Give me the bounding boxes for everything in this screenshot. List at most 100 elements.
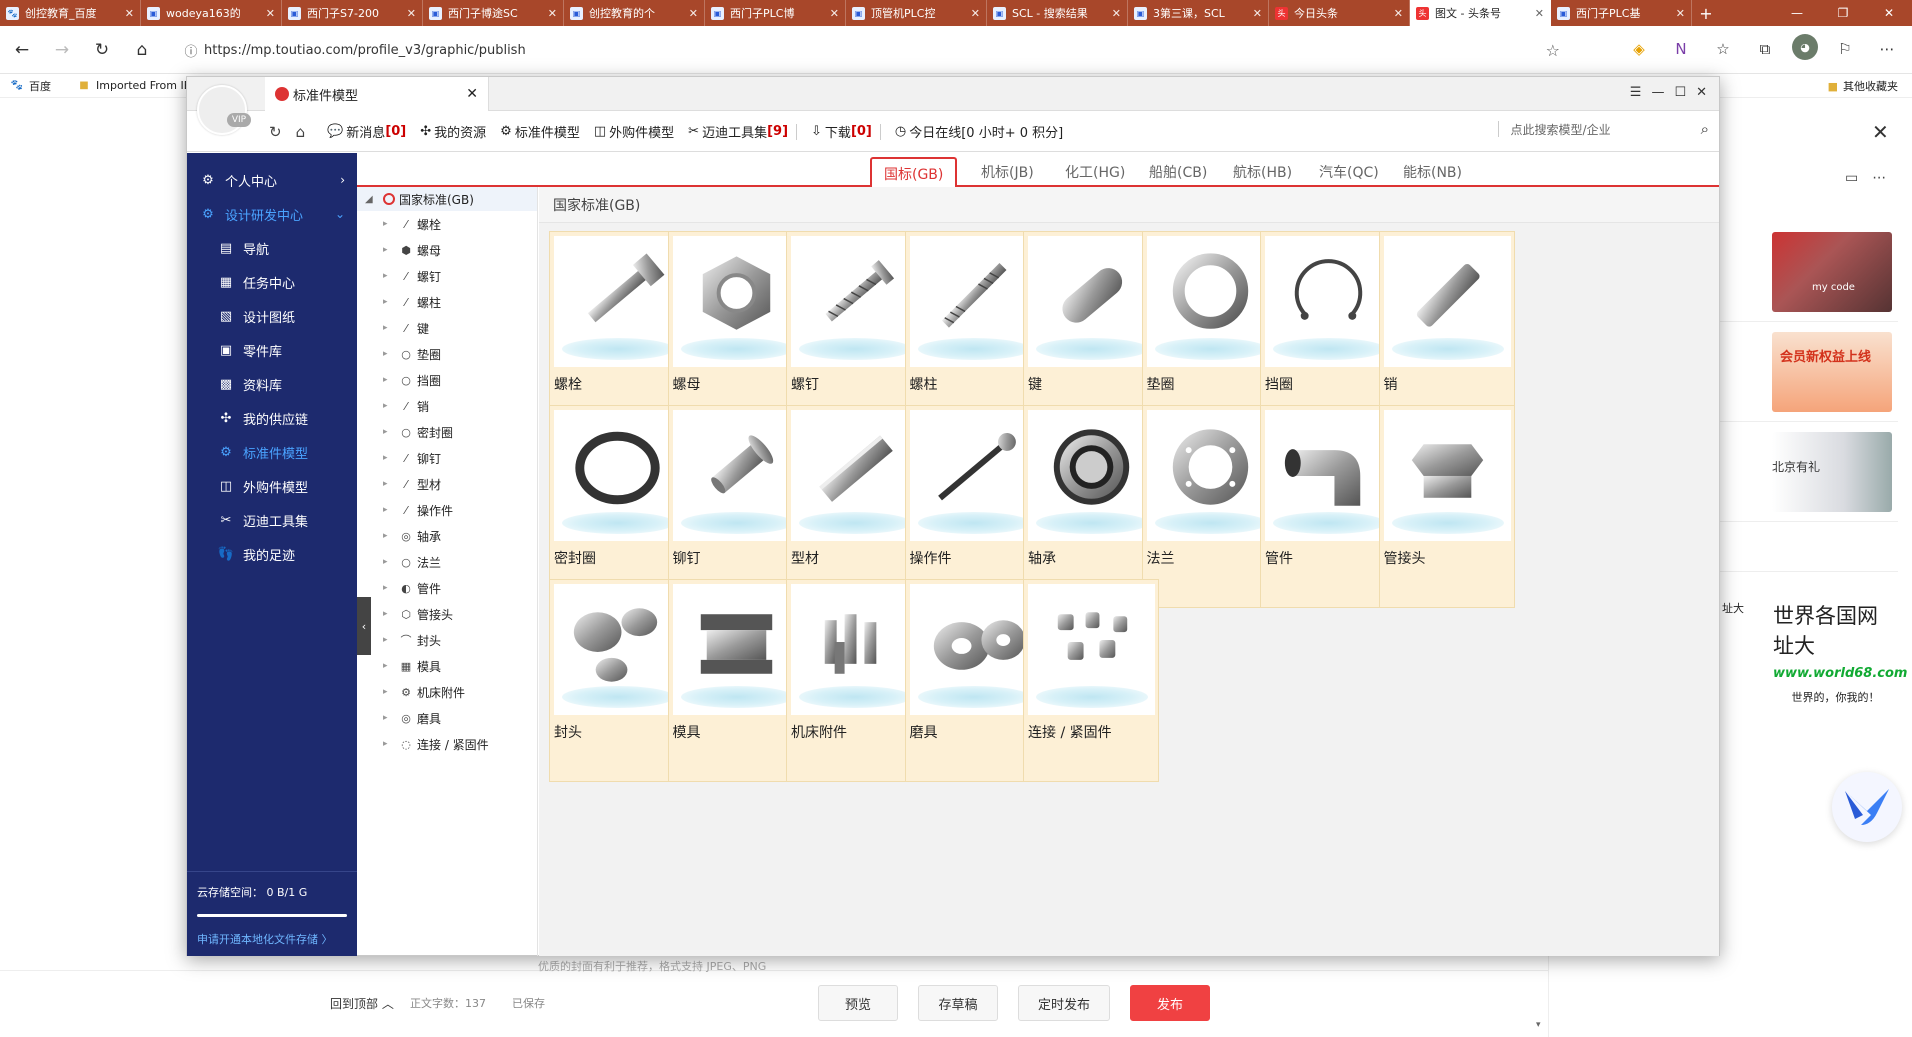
- tree-node[interactable]: ▸ ○ 法兰: [357, 549, 537, 575]
- close-icon[interactable]: ✕: [1696, 85, 1707, 100]
- part-card[interactable]: 铆钉: [667, 405, 804, 608]
- comment-icon[interactable]: ▭: [1845, 170, 1872, 186]
- part-card[interactable]: 密封圈: [549, 405, 685, 608]
- tree-node[interactable]: ▸ ⁄ 螺钉: [357, 263, 537, 289]
- sidebar-section-design[interactable]: ⚙ 设计研发中心 ⌄: [187, 197, 357, 231]
- part-card[interactable]: 法兰: [1141, 405, 1278, 608]
- tree-node[interactable]: ▸ ⁄ 操作件: [357, 497, 537, 523]
- part-card[interactable]: 挡圈: [1260, 231, 1396, 434]
- menu-icon[interactable]: ☰: [1630, 85, 1642, 100]
- sidebar-item-supply[interactable]: ✣ 我的供应链: [187, 401, 357, 435]
- sidebar-section-personal[interactable]: ⚙ 个人中心 ›: [187, 163, 357, 197]
- browser-tab-active[interactable]: 头图文 - 头条号 ✕: [1410, 0, 1551, 26]
- search-icon[interactable]: ⌕: [1701, 120, 1709, 138]
- search-input[interactable]: 点此搜索模型/企业: [1511, 121, 1611, 138]
- tree-node[interactable]: ▸ ○ 挡圈: [357, 367, 537, 393]
- browser-tab[interactable]: ▣ 西门子S7-200 ✕: [282, 0, 423, 26]
- close-icon[interactable]: ✕: [1112, 7, 1121, 20]
- more-menu-icon[interactable]: ⋯: [1872, 34, 1902, 64]
- tree-node[interactable]: ▸ ⌒ 封头: [357, 627, 537, 653]
- part-card[interactable]: 封头: [549, 579, 685, 782]
- close-icon[interactable]: ✕: [830, 7, 839, 20]
- close-icon[interactable]: ✕: [971, 7, 980, 20]
- refresh-icon[interactable]: ↻: [269, 123, 282, 141]
- tree-node[interactable]: ▸ ▦ 模具: [357, 653, 537, 679]
- forward-arrow-icon[interactable]: →: [44, 32, 80, 68]
- part-card[interactable]: 轴承: [1023, 405, 1159, 608]
- browser-tab[interactable]: ▣ SCL - 搜索结果 ✕: [987, 0, 1128, 26]
- close-icon[interactable]: ✕: [407, 7, 416, 20]
- part-card[interactable]: 螺栓: [549, 231, 685, 434]
- model-search[interactable]: 点此搜索模型/企业 ⌕: [1497, 120, 1709, 138]
- storage-link[interactable]: 申请开通本地化文件存储 〉: [197, 931, 347, 947]
- tree-node[interactable]: ▸ ◌ 连接 / 紧固件: [357, 731, 537, 757]
- restore-icon[interactable]: ❐: [1820, 0, 1866, 26]
- browser-tab[interactable]: ▣ 西门子PLC博 ✕: [705, 0, 846, 26]
- maximize-icon[interactable]: ☐: [1674, 85, 1686, 100]
- schedule-publish-button[interactable]: 定时发布: [1018, 985, 1110, 1021]
- home-icon[interactable]: ⌂: [124, 32, 160, 68]
- purchased-models-button[interactable]: ◫ 外购件模型: [594, 122, 674, 141]
- sidebar-item-docs[interactable]: ▩ 资料库: [187, 367, 357, 401]
- bookmark-imported[interactable]: ■ Imported From IE: [77, 79, 190, 93]
- close-panel-icon[interactable]: ✕: [1872, 120, 1889, 144]
- sidebar-item-drawings[interactable]: ▧ 设计图纸: [187, 299, 357, 333]
- sidebar-item-parts[interactable]: ▣ 零件库: [187, 333, 357, 367]
- profile-avatar[interactable]: ◕: [1792, 34, 1818, 60]
- bookmark-baidu[interactable]: 🐾 百度: [10, 78, 51, 94]
- part-card[interactable]: 管接头: [1378, 405, 1515, 608]
- close-icon[interactable]: ✕: [466, 86, 478, 102]
- tree-node[interactable]: ▸ ◐ 管件: [357, 575, 537, 601]
- tree-node[interactable]: ▸ ⁄ 螺栓: [357, 211, 537, 237]
- my-resources-button[interactable]: ✣ 我的资源: [420, 122, 486, 141]
- feedback-icon[interactable]: ⚐: [1830, 34, 1860, 64]
- tab-cb[interactable]: 船舶(CB): [1137, 157, 1219, 187]
- extension-shield-icon[interactable]: ◈: [1624, 34, 1654, 64]
- part-card[interactable]: 垫圈: [1141, 231, 1278, 434]
- part-card[interactable]: 管件: [1260, 405, 1396, 608]
- tree-node[interactable]: ▸ ⬢ 螺母: [357, 237, 537, 263]
- tree-root[interactable]: ◢ 国家标准(GB): [357, 187, 537, 211]
- back-arrow-icon[interactable]: ←: [4, 32, 40, 68]
- part-card[interactable]: 磨具: [904, 579, 1041, 782]
- sidebar-item-tasks[interactable]: ▦ 任务中心: [187, 265, 357, 299]
- favorite-star-icon[interactable]: ☆: [1546, 41, 1560, 60]
- sidebar-item-standard[interactable]: ⚙ 标准件模型: [187, 435, 357, 469]
- other-bookmarks[interactable]: ■ 其他收藏夹: [1828, 78, 1898, 94]
- close-icon[interactable]: ✕: [548, 7, 557, 20]
- tools-button[interactable]: ✂ 迈迪工具集 [9]: [688, 122, 788, 141]
- close-icon[interactable]: ✕: [125, 7, 134, 20]
- part-card[interactable]: 操作件: [904, 405, 1041, 608]
- tab-jb[interactable]: 机标(JB): [969, 157, 1046, 187]
- tab-nb[interactable]: 能标(NB): [1391, 157, 1474, 187]
- bird-assistant-icon[interactable]: [1832, 772, 1902, 842]
- tree-node[interactable]: ▸ ⬡ 管接头: [357, 601, 537, 627]
- close-icon[interactable]: ✕: [266, 7, 275, 20]
- tree-node[interactable]: ▸ ⁄ 螺柱: [357, 289, 537, 315]
- browser-tab[interactable]: 🐾 创控教育_百度 ✕: [0, 0, 141, 26]
- browser-tab[interactable]: ▣ 创控教育的个 ✕: [564, 0, 705, 26]
- tree-node[interactable]: ▸ ○ 垫圈: [357, 341, 537, 367]
- browser-tab[interactable]: ▣ wodeya163的 ✕: [141, 0, 282, 26]
- collapse-sidebar-button[interactable]: ‹: [357, 597, 371, 655]
- tab-qc[interactable]: 汽车(QC): [1307, 157, 1391, 187]
- more-icon[interactable]: ⋯: [1872, 170, 1900, 186]
- close-window-icon[interactable]: ✕: [1866, 0, 1912, 26]
- download-button[interactable]: ⇩ 下载 [0]: [811, 122, 872, 141]
- part-card[interactable]: 模具: [667, 579, 804, 782]
- info-icon[interactable]: ⓘ: [178, 41, 204, 60]
- world68-ad[interactable]: 世界各国网址大 www.world68.com 世界的，你我的！: [1773, 600, 1907, 705]
- tree-node[interactable]: ▸ ⚙ 机床附件: [357, 679, 537, 705]
- sidebar-item-purchase[interactable]: ◫ 外购件模型: [187, 469, 357, 503]
- browser-tab[interactable]: ▣ 3第三课，SCL ✕: [1128, 0, 1269, 26]
- scroll-down-icon[interactable]: ▾: [1536, 1020, 1541, 1030]
- back-to-top-link[interactable]: 回到顶部 ︿: [330, 995, 394, 1012]
- part-card[interactable]: 型材: [786, 405, 922, 608]
- close-icon[interactable]: ✕: [1676, 7, 1685, 20]
- new-messages-button[interactable]: 💬 新消息 [0]: [327, 122, 406, 141]
- publish-button[interactable]: 发布: [1130, 985, 1210, 1021]
- address-input[interactable]: ⓘ https://mp.toutiao.com/profile_v3/grap…: [178, 33, 1570, 67]
- sidebar-item-tools[interactable]: ✂ 迈迪工具集: [187, 503, 357, 537]
- tree-node[interactable]: ▸ ◎ 轴承: [357, 523, 537, 549]
- onenote-icon[interactable]: N: [1666, 34, 1696, 64]
